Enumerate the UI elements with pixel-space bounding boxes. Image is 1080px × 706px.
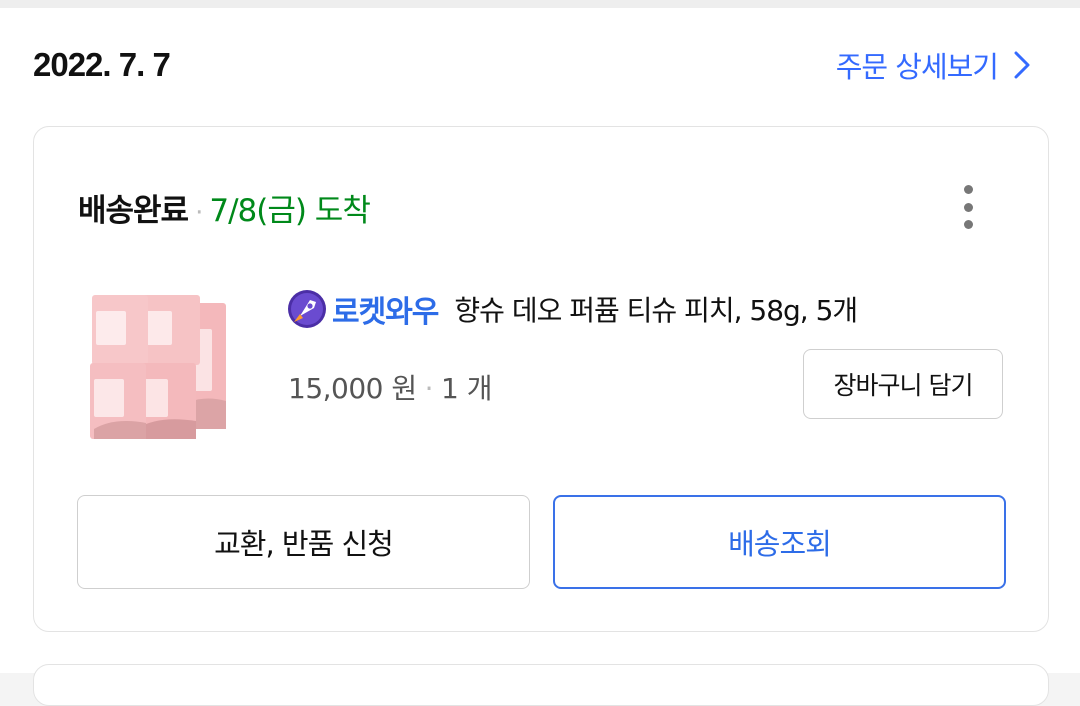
quantity: 1 개 — [441, 372, 493, 405]
next-order-card — [33, 664, 1049, 706]
price: 15,000 원 — [288, 372, 417, 405]
top-divider — [0, 0, 1080, 8]
rocket-wow-label: 로켓와우 — [332, 295, 439, 330]
arrival-date: 7/8(금) 도착 — [209, 193, 370, 229]
product-info[interactable]: 로켓와우 향슈 데오 퍼퓸 티슈 피치, 58g, 5개 — [286, 287, 858, 331]
order-detail-label: 주문 상세보기 — [835, 50, 999, 84]
exchange-return-button[interactable]: 교환, 반품 신청 — [77, 495, 530, 589]
status-label: 배송완료 — [78, 193, 189, 229]
order-detail-link[interactable]: 주문 상세보기 — [836, 44, 1032, 86]
rocket-icon — [288, 290, 326, 328]
more-vertical-icon[interactable] — [962, 185, 974, 229]
add-to-cart-button[interactable]: 장바구니 담기 — [803, 349, 1003, 419]
status-separator: · — [195, 198, 203, 228]
order-group: 2022. 7. 7 주문 상세보기 배송완료 · 7/8(금) 도착 로켓와우… — [0, 8, 1080, 706]
chevron-right-icon — [1014, 51, 1030, 79]
price-separator: · — [424, 372, 434, 405]
price-quantity: 15,000 원 · 1 개 — [288, 367, 493, 407]
product-thumbnail[interactable] — [78, 289, 232, 449]
product-name: 향슈 데오 퍼퓸 티슈 피치, 58g, 5개 — [454, 294, 858, 327]
track-delivery-button[interactable]: 배송조회 — [553, 495, 1006, 589]
order-date: 2022. 7. 7 — [33, 46, 171, 83]
order-card: 배송완료 · 7/8(금) 도착 로켓와우 향슈 데오 퍼퓸 티슈 피치, 58… — [33, 126, 1049, 632]
rocket-wow-badge: 로켓와우 — [286, 287, 439, 331]
delivery-status: 배송완료 · 7/8(금) 도착 — [78, 185, 371, 230]
